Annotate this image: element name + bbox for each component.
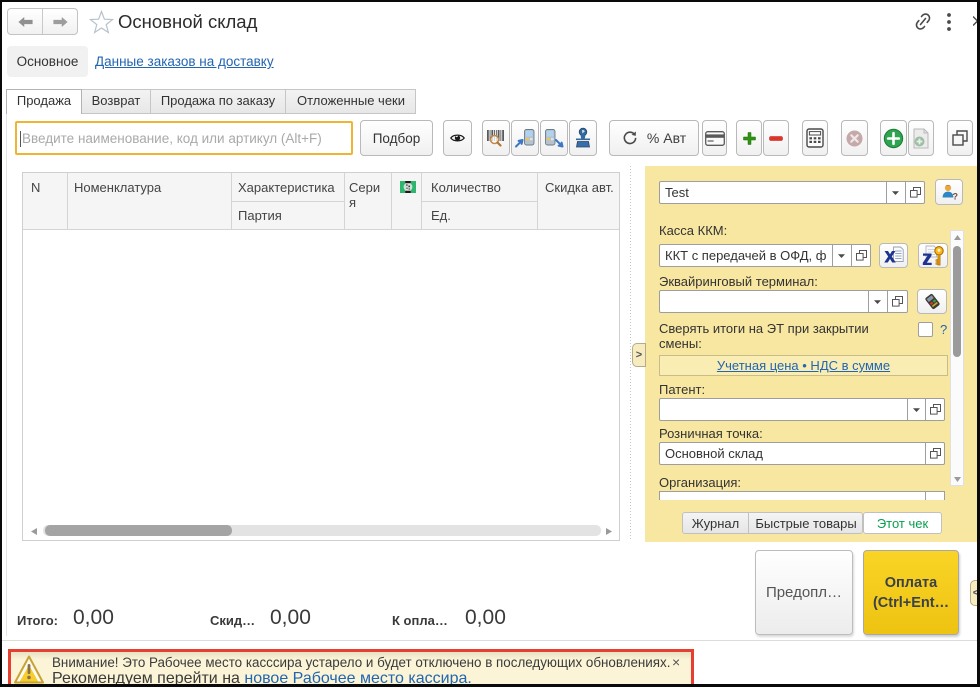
svg-text:?: ? — [953, 192, 959, 202]
